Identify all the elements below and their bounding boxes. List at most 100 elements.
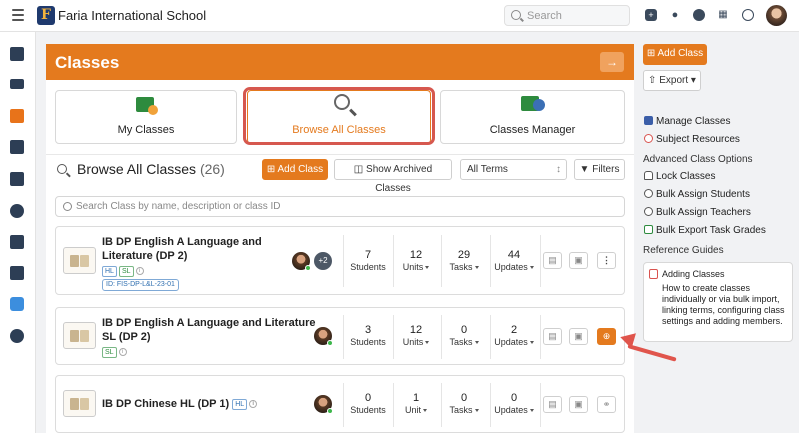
manage-classes-link[interactable]: Manage Classes (644, 116, 730, 127)
bulk-assign-teachers-link[interactable]: Bulk Assign Teachers (644, 207, 751, 218)
updates-label: Updates (494, 262, 528, 272)
info-icon[interactable]: i (249, 400, 258, 409)
class-card[interactable]: IB DP English A Language and Literature … (55, 226, 625, 295)
banner-arrow-button[interactable]: → (600, 52, 624, 72)
link-label: Lock Classes (656, 171, 716, 182)
tab-my-classes[interactable]: My Classes (55, 90, 237, 144)
class-search-input[interactable] (76, 199, 616, 214)
add-class-button[interactable]: ⊞ Add Class (262, 159, 328, 180)
tasks-stat[interactable]: 0 Tasks (442, 324, 486, 348)
gradebook-icon[interactable]: ▤ (543, 252, 562, 269)
flag-icon[interactable] (10, 235, 24, 249)
chat-icon[interactable] (693, 9, 705, 21)
class-name[interactable]: IB DP English A Language and Literature … (102, 235, 262, 263)
divider (343, 315, 344, 359)
settings-icon[interactable]: ▣ (569, 252, 588, 269)
show-archived-button[interactable]: ◫ Show Archived Classes (334, 159, 452, 194)
school-logo[interactable]: F (37, 6, 55, 25)
more-teachers-badge[interactable]: +2 (314, 252, 332, 270)
page-title: Classes (55, 53, 120, 72)
apps-grid-icon[interactable]: ▦ (717, 9, 729, 21)
global-search[interactable]: Search (504, 5, 630, 26)
user-avatar[interactable] (766, 5, 787, 26)
class-card[interactable]: IB DP English A Language and Literature … (55, 307, 625, 365)
chevron-down-icon: ▾ (688, 75, 696, 86)
info-icon[interactable]: i (118, 348, 127, 357)
students-stat[interactable]: 0 Students (346, 392, 390, 416)
level-tag: SL (118, 265, 134, 277)
teacher-avatar[interactable] (314, 327, 333, 346)
subject-resources-link[interactable]: Subject Resources (644, 134, 740, 145)
settings-icon[interactable]: ▣ (569, 396, 588, 413)
caret-down-icon (529, 409, 534, 413)
join-class-button[interactable]: ⊕ (597, 328, 616, 345)
school-name: Faria International School (58, 8, 207, 23)
class-name[interactable]: IB DP English A Language and Literature … (102, 316, 316, 344)
select-arrows-icon: ↕ (556, 164, 561, 175)
updates-stat[interactable]: 44 Updates (492, 249, 536, 273)
teachers-icon (644, 207, 653, 216)
search-icon (511, 10, 521, 20)
units-stat[interactable]: 12 Units (394, 324, 438, 348)
guide-description: How to create classes individually or vi… (662, 283, 785, 326)
people-icon[interactable] (10, 204, 24, 218)
tab-classes-manager[interactable]: Classes Manager (440, 90, 625, 144)
class-tags: HL SL i (102, 265, 144, 277)
caret-down-icon (529, 266, 534, 270)
sidebar-add-class-button[interactable]: ⊞ Add Class (643, 44, 707, 65)
filters-button[interactable]: ▼ Filters (574, 159, 625, 180)
cube-icon[interactable] (10, 140, 24, 154)
classes-panel: Classes → My Classes Browse All Classes … (46, 44, 634, 433)
units-count: 1 (412, 392, 420, 404)
bulk-assign-students-link[interactable]: Bulk Assign Students (644, 189, 750, 200)
level-tag: SL (102, 346, 117, 358)
tasks-stat[interactable]: 0 Tasks (442, 392, 486, 416)
link-label: Subject Resources (656, 134, 740, 145)
gradebook-icon[interactable]: ▤ (543, 396, 562, 413)
students-stat[interactable]: 7 Students (346, 249, 390, 273)
units-stat[interactable]: 1 Unit (394, 392, 438, 416)
updates-stat[interactable]: 2 Updates (492, 324, 536, 348)
adding-classes-guide[interactable]: Adding Classes How to create classes ind… (643, 262, 793, 342)
class-card[interactable]: IB DP Chinese HL (DP 1) HL i 0 Students 1U… (55, 375, 625, 433)
bell-icon[interactable]: ● (669, 9, 681, 21)
class-name[interactable]: IB DP Chinese HL (DP 1) HL i (102, 397, 258, 411)
settings-icon[interactable]: ▣ (569, 328, 588, 345)
info-icon[interactable]: i (135, 267, 144, 276)
students-stat[interactable]: 3 Students (346, 324, 390, 348)
compass-icon[interactable] (10, 329, 24, 343)
lock-classes-link[interactable]: Lock Classes (644, 171, 715, 182)
calendar-icon[interactable] (10, 79, 24, 89)
add-icon[interactable]: + (645, 9, 657, 21)
class-name-line: IB DP Chinese HL (DP 1) (102, 398, 230, 410)
export-icon: ⇧ (648, 75, 660, 86)
teacher-avatar[interactable] (314, 395, 333, 414)
teacher-avatar[interactable] (292, 252, 311, 271)
divider (490, 235, 491, 287)
divider (46, 154, 634, 155)
classes-manager-icon (521, 96, 545, 111)
tasks-stat[interactable]: 29 Tasks (442, 249, 486, 273)
caret-down-icon (529, 341, 534, 345)
dashboard-icon[interactable] (10, 47, 24, 61)
hamburger-menu-icon[interactable] (12, 9, 24, 21)
classes-banner: Classes → (46, 44, 634, 80)
units-stat[interactable]: 12 Units (394, 249, 438, 273)
updates-stat[interactable]: 0 Updates (492, 392, 536, 416)
export-button[interactable]: ⇧ Export ▾ (643, 70, 701, 91)
lock-icon[interactable]: ⚭ (597, 396, 616, 413)
students-count: 0 (364, 392, 372, 404)
document-icon[interactable] (10, 266, 24, 280)
globe-icon[interactable] (742, 9, 754, 21)
chart-icon[interactable] (10, 172, 24, 186)
divider (490, 383, 491, 427)
app-window-icon[interactable] (10, 297, 24, 311)
terms-select[interactable]: All Terms ↕ (460, 159, 567, 180)
gradebook-icon[interactable]: ▤ (543, 328, 562, 345)
students-label: Students (350, 262, 386, 272)
more-options-icon[interactable]: ⋮ (597, 252, 616, 269)
resources-icon (644, 134, 653, 143)
classes-icon[interactable] (10, 109, 24, 123)
bulk-export-grades-link[interactable]: Bulk Export Task Grades (644, 225, 766, 236)
class-search-field[interactable] (55, 196, 625, 217)
